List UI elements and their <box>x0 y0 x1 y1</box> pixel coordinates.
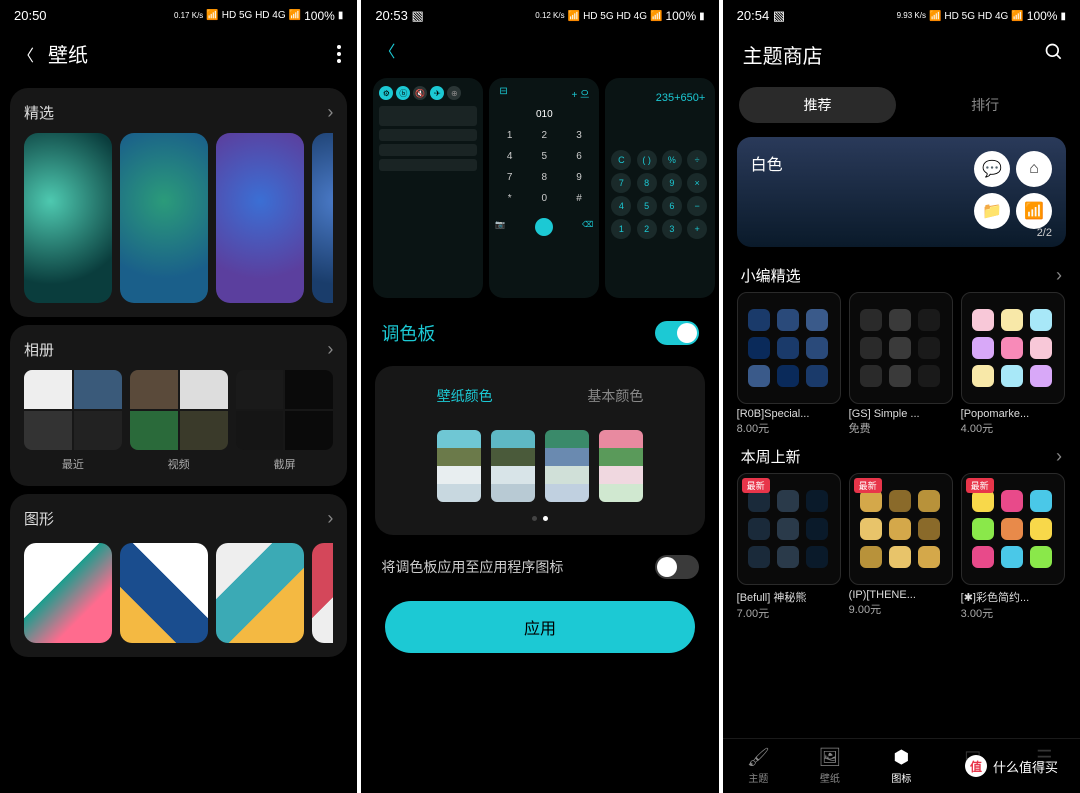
banner-label: 白色 <box>751 157 783 174</box>
preview-calculator[interactable]: 235+650+ C( )%÷ 789× 456− 123+ <box>605 78 715 298</box>
theme-price: 3.00元 <box>961 605 1065 621</box>
chat-icon: 💬 <box>974 151 1010 187</box>
wifi-icon: 📶 <box>1016 193 1052 229</box>
palette-toggle-row: 调色板 <box>361 304 718 362</box>
theme-name: [✱]彩色简约... <box>961 589 1065 605</box>
new-badge: 最新 <box>742 478 770 493</box>
shape-thumb[interactable] <box>216 543 304 643</box>
tab-basic-color[interactable]: 基本颜色 <box>540 380 691 412</box>
back-arrow-icon[interactable]: 〈 <box>16 44 36 64</box>
palette-title: 调色板 <box>381 320 435 346</box>
chevron-right-icon: › <box>1056 446 1062 467</box>
back-arrow-icon[interactable]: 〈 <box>377 40 397 60</box>
status-time: 20:54 ▧ <box>737 8 785 24</box>
album-item[interactable]: 最近 <box>24 370 122 472</box>
new-badge: 最新 <box>854 478 882 493</box>
apply-to-icons-row: 将调色板应用至应用程序图标 <box>361 539 718 595</box>
preview-row: ⚙ⓑ🔇✈⊕ ⊟+ 으 010 123 456 789 *0# 📷⌫ 235+65… <box>361 72 718 304</box>
section-title: 图形 <box>24 508 54 529</box>
theme-item[interactable]: 最新 [Befull] 神秘熊7.00元 <box>737 473 841 621</box>
palette-toggle[interactable] <box>655 321 699 345</box>
color-swatch[interactable] <box>545 430 589 502</box>
tab-recommend[interactable]: 推荐 <box>739 87 897 123</box>
preview-dialer[interactable]: ⊟+ 으 010 123 456 789 *0# 📷⌫ <box>489 78 599 298</box>
store-tabs: 推荐 排行 <box>723 81 1080 129</box>
chevron-right-icon[interactable]: › <box>327 339 333 360</box>
section-title: 相册 <box>24 339 54 360</box>
new-badge: 最新 <box>966 478 994 493</box>
status-bar: 20:50 0.17 K/s 📶HD 5G HD 4G📶 100%▮ <box>0 0 357 27</box>
section-title: 精选 <box>24 102 54 123</box>
home-icon: ⌂ <box>1016 151 1052 187</box>
theme-price: 4.00元 <box>961 420 1065 436</box>
theme-price: 9.00元 <box>849 601 953 617</box>
phone-screen-themestore: 20:54 ▧ 9.93 K/s 📶HD 5G HD 4G📶 100%▮ 主题商… <box>723 0 1080 793</box>
nav-icon[interactable]: ⬢图标 <box>866 747 937 785</box>
theme-price: 免费 <box>849 420 953 436</box>
shapes-section: 图形 › <box>10 494 347 657</box>
theme-item[interactable]: [Popomarke...4.00元 <box>961 292 1065 436</box>
chevron-right-icon: › <box>1056 265 1062 286</box>
theme-price: 7.00元 <box>737 605 841 621</box>
status-indicators: 0.12 K/s 📶HD 5G HD 4G📶 100%▮ <box>535 9 704 23</box>
theme-price: 8.00元 <box>737 420 841 436</box>
status-bar: 20:54 ▧ 9.93 K/s 📶HD 5G HD 4G📶 100%▮ <box>723 0 1080 28</box>
theme-name: (IP)[THENE... <box>849 589 953 601</box>
apply-button[interactable]: 应用 <box>385 601 694 653</box>
banner-pager: 2/2 <box>1037 227 1052 239</box>
status-bar: 20:53 ▧ 0.12 K/s 📶HD 5G HD 4G📶 100%▮ <box>361 0 718 28</box>
wallpaper-thumb[interactable] <box>24 133 112 303</box>
watermark: 值 什么值得买 <box>953 749 1070 783</box>
more-menu-icon[interactable] <box>337 45 341 63</box>
shape-thumb[interactable] <box>312 543 333 643</box>
featured-banner[interactable]: 白色 💬 ⌂ 📁 📶 2/2 <box>737 137 1066 247</box>
color-swatch[interactable] <box>491 430 535 502</box>
theme-item[interactable]: 最新 [✱]彩色简约...3.00元 <box>961 473 1065 621</box>
color-swatch[interactable] <box>599 430 643 502</box>
shape-thumb[interactable] <box>120 543 208 643</box>
album-item[interactable]: 截屏 <box>236 370 334 472</box>
album-section: 相册 › 最近 视频 截屏 <box>10 325 347 486</box>
theme-name: [Befull] 神秘熊 <box>737 589 841 605</box>
preview-quicksettings[interactable]: ⚙ⓑ🔇✈⊕ <box>373 78 483 298</box>
wallpaper-thumb[interactable] <box>216 133 304 303</box>
nav-theme[interactable]: 🖌主题 <box>723 747 794 785</box>
wallpaper-thumb[interactable] <box>312 133 333 303</box>
apply-icons-toggle[interactable] <box>655 555 699 579</box>
search-icon[interactable] <box>1044 42 1064 67</box>
featured-section: 精选 › <box>10 88 347 317</box>
theme-item[interactable]: 最新 (IP)[THENE...9.00元 <box>849 473 953 621</box>
folder-icon: 📁 <box>974 193 1010 229</box>
album-item[interactable]: 视频 <box>130 370 228 472</box>
tab-wallpaper-color[interactable]: 壁纸颜色 <box>389 380 540 412</box>
page-header: 主题商店 <box>723 28 1080 81</box>
color-panel: 壁纸颜色 基本颜色 <box>375 366 704 535</box>
nav-wallpaper[interactable]: 🖼壁纸 <box>794 747 865 785</box>
chevron-right-icon[interactable]: › <box>327 508 333 529</box>
watermark-logo-icon: 值 <box>965 755 987 777</box>
page-header: 〈 <box>361 28 718 72</box>
status-time: 20:50 <box>14 8 47 23</box>
theme-name: [R0B]Special... <box>737 408 841 420</box>
page-header: 〈 壁纸 <box>0 27 357 80</box>
status-indicators: 9.93 K/s 📶HD 5G HD 4G📶 100%▮ <box>897 9 1066 23</box>
theme-item[interactable]: [GS] Simple ...免费 <box>849 292 953 436</box>
theme-name: [Popomarke... <box>961 408 1065 420</box>
color-swatch[interactable] <box>437 430 481 502</box>
shape-thumb[interactable] <box>24 543 112 643</box>
chevron-right-icon[interactable]: › <box>327 102 333 123</box>
status-indicators: 0.17 K/s 📶HD 5G HD 4G📶 100%▮ <box>174 9 343 23</box>
wallpaper-thumb[interactable] <box>120 133 208 303</box>
section-this-week[interactable]: 本周上新 › <box>723 436 1080 473</box>
section-editor-picks[interactable]: 小编精选 › <box>723 255 1080 292</box>
theme-name: [GS] Simple ... <box>849 408 953 420</box>
page-title: 主题商店 <box>743 40 823 69</box>
phone-screen-wallpaper: 20:50 0.17 K/s 📶HD 5G HD 4G📶 100%▮ 〈 壁纸 … <box>0 0 357 793</box>
theme-item[interactable]: [R0B]Special...8.00元 <box>737 292 841 436</box>
page-title: 壁纸 <box>48 39 88 68</box>
tab-ranking[interactable]: 排行 <box>906 87 1064 123</box>
phone-screen-palette: 20:53 ▧ 0.12 K/s 📶HD 5G HD 4G📶 100%▮ 〈 ⚙… <box>361 0 718 793</box>
apply-icons-label: 将调色板应用至应用程序图标 <box>381 557 563 577</box>
status-time: 20:53 ▧ <box>375 8 423 24</box>
